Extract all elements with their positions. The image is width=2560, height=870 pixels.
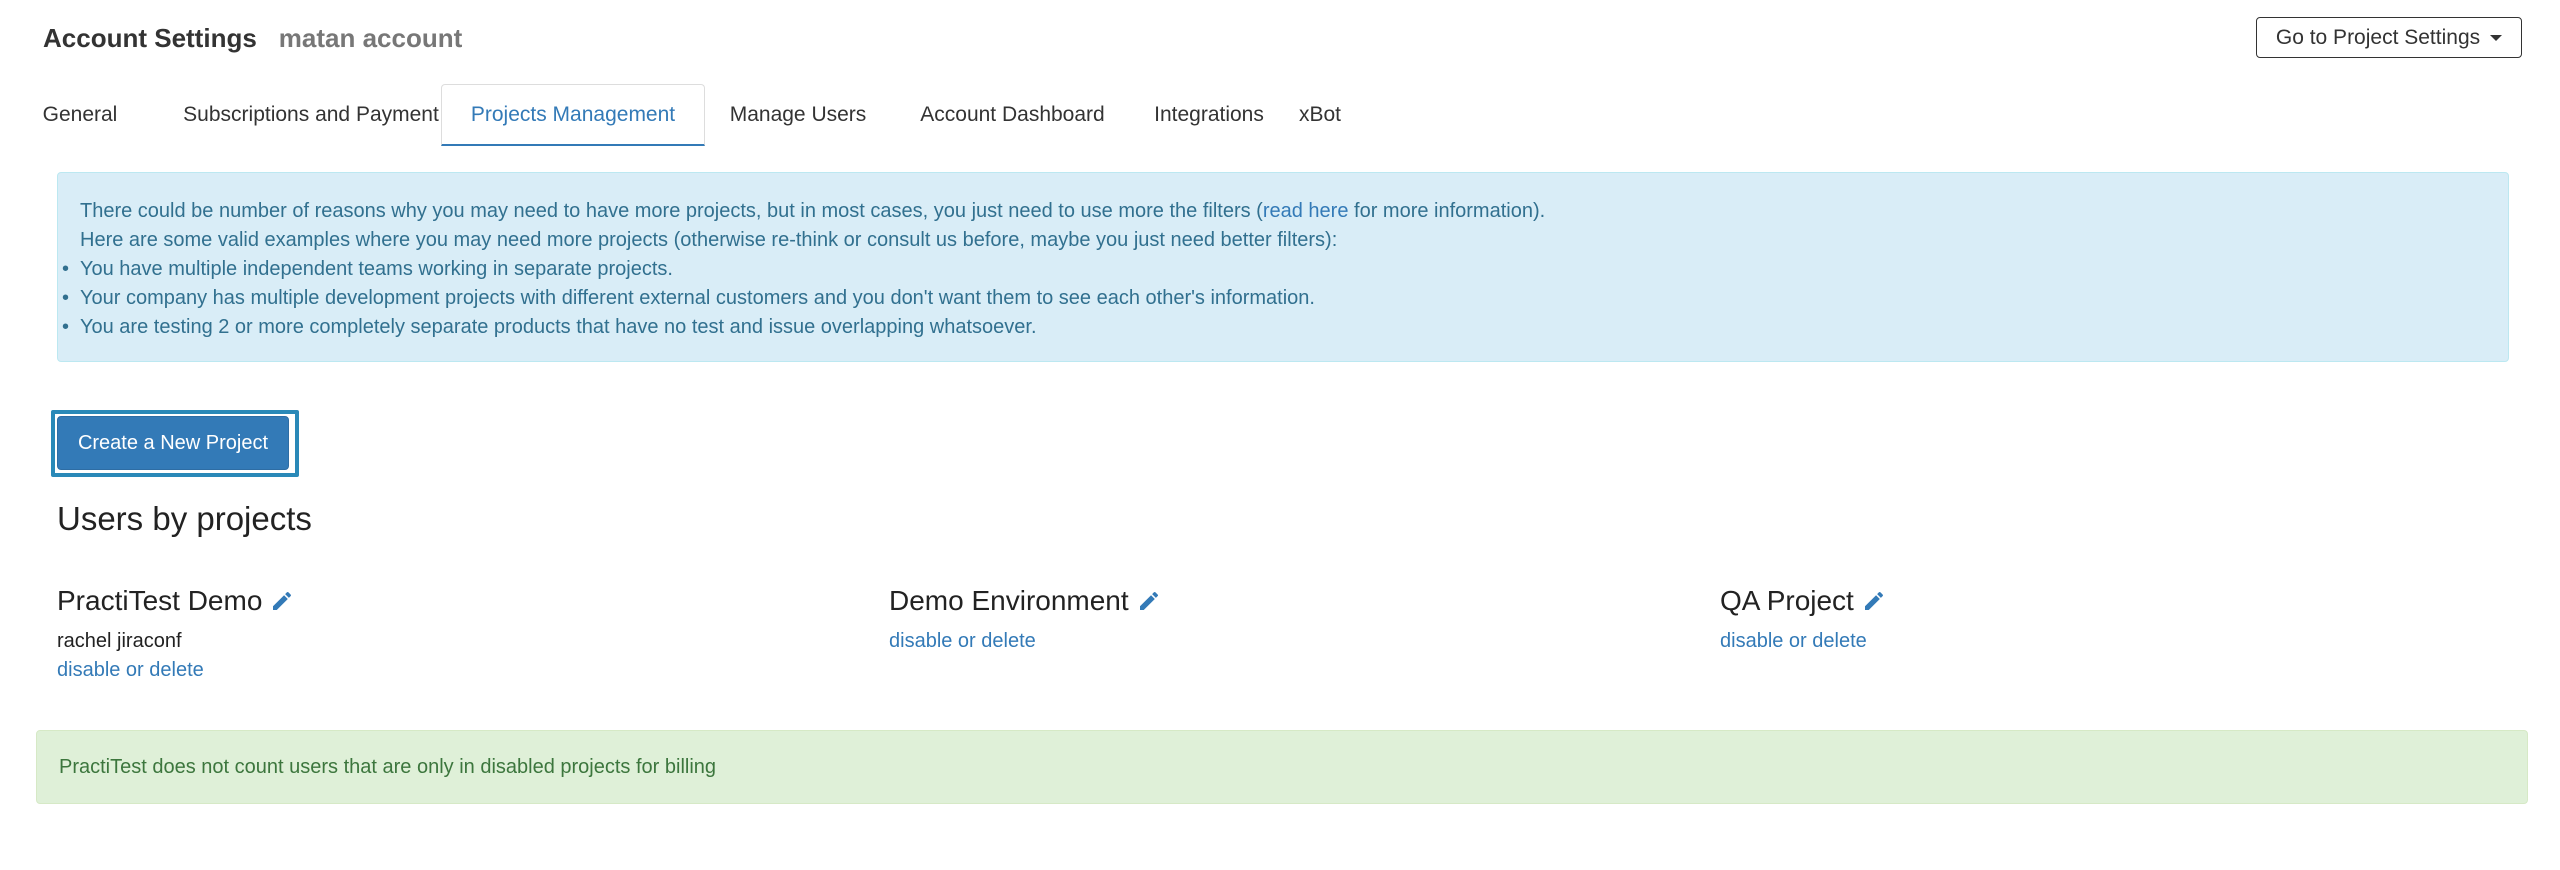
project-name: QA Project	[1720, 585, 1854, 616]
examples-list: You have multiple independent teams work…	[62, 255, 2508, 342]
disable-or-delete-link[interactable]: disable or delete	[57, 656, 294, 685]
pencil-icon[interactable]	[1862, 589, 1886, 613]
list-item: Your company has multiple development pr…	[62, 284, 2508, 313]
page-title: Account Settings	[43, 22, 257, 53]
tab-label: Subscriptions and Payment	[183, 103, 439, 126]
project-name: PractiTest Demo	[57, 585, 263, 616]
billing-note-text: PractiTest does not count users that are…	[59, 755, 717, 778]
project-card-practitest-demo: PractiTest Demo rachel jiraconf disable …	[57, 583, 294, 685]
info-text: for more information).	[1348, 200, 1546, 222]
page-header: Account Settings matan account	[43, 18, 462, 58]
tab-account-dashboard[interactable]: Account Dashboard	[891, 84, 1134, 146]
tab-label: Account Dashboard	[920, 103, 1105, 126]
pencil-icon[interactable]	[270, 589, 294, 613]
list-item: You have multiple independent teams work…	[62, 255, 2508, 284]
project-card-qa-project: QA Project disable or delete	[1720, 583, 1886, 656]
project-card-demo-environment: Demo Environment disable or delete	[889, 583, 1161, 656]
tab-manage-users[interactable]: Manage Users	[705, 84, 891, 146]
tab-label: Integrations	[1154, 103, 1264, 126]
account-name: matan account	[278, 22, 463, 53]
project-user: rachel jiraconf	[57, 630, 182, 652]
tab-subscriptions-and-payment[interactable]: Subscriptions and Payment	[158, 84, 464, 146]
info-line-2: Here are some valid examples where you m…	[80, 229, 1338, 251]
project-name-row: QA Project	[1720, 583, 1886, 619]
list-item: You are testing 2 or more completely sep…	[62, 313, 2508, 342]
read-here-link[interactable]: read here	[1263, 200, 1349, 222]
info-line-1: There could be number of reasons why you…	[80, 197, 2508, 226]
tab-label: Projects Management	[470, 102, 676, 126]
info-text: There could be number of reasons why you…	[80, 200, 1263, 222]
tab-label: General	[42, 103, 118, 126]
create-new-project-button[interactable]: Create a New Project	[57, 416, 289, 470]
tab-projects-management[interactable]: Projects Management	[441, 84, 705, 146]
projects-info-alert: There could be number of reasons why you…	[57, 172, 2509, 362]
disable-or-delete-link[interactable]: disable or delete	[889, 627, 1161, 656]
tab-general[interactable]: General	[22, 84, 138, 146]
tab-integrations[interactable]: Integrations	[1134, 84, 1284, 146]
tab-label: Manage Users	[729, 103, 867, 126]
project-name-row: PractiTest Demo	[57, 583, 294, 619]
project-name: Demo Environment	[889, 585, 1129, 616]
settings-tabs: General Subscriptions and Payment Projec…	[22, 84, 2538, 146]
project-name-row: Demo Environment	[889, 583, 1161, 619]
users-by-projects-title: Users by projects	[57, 500, 312, 537]
caret-down-icon	[2490, 34, 2503, 41]
tab-xbot[interactable]: xBot	[1284, 84, 1356, 146]
go-to-project-settings-label: Go to Project Settings	[2275, 25, 2481, 49]
tab-label: xBot	[1298, 103, 1342, 126]
go-to-project-settings-button[interactable]: Go to Project Settings	[2256, 17, 2522, 58]
billing-note-alert: PractiTest does not count users that are…	[36, 730, 2528, 804]
disable-or-delete-link[interactable]: disable or delete	[1720, 627, 1886, 656]
pencil-icon[interactable]	[1137, 589, 1161, 613]
